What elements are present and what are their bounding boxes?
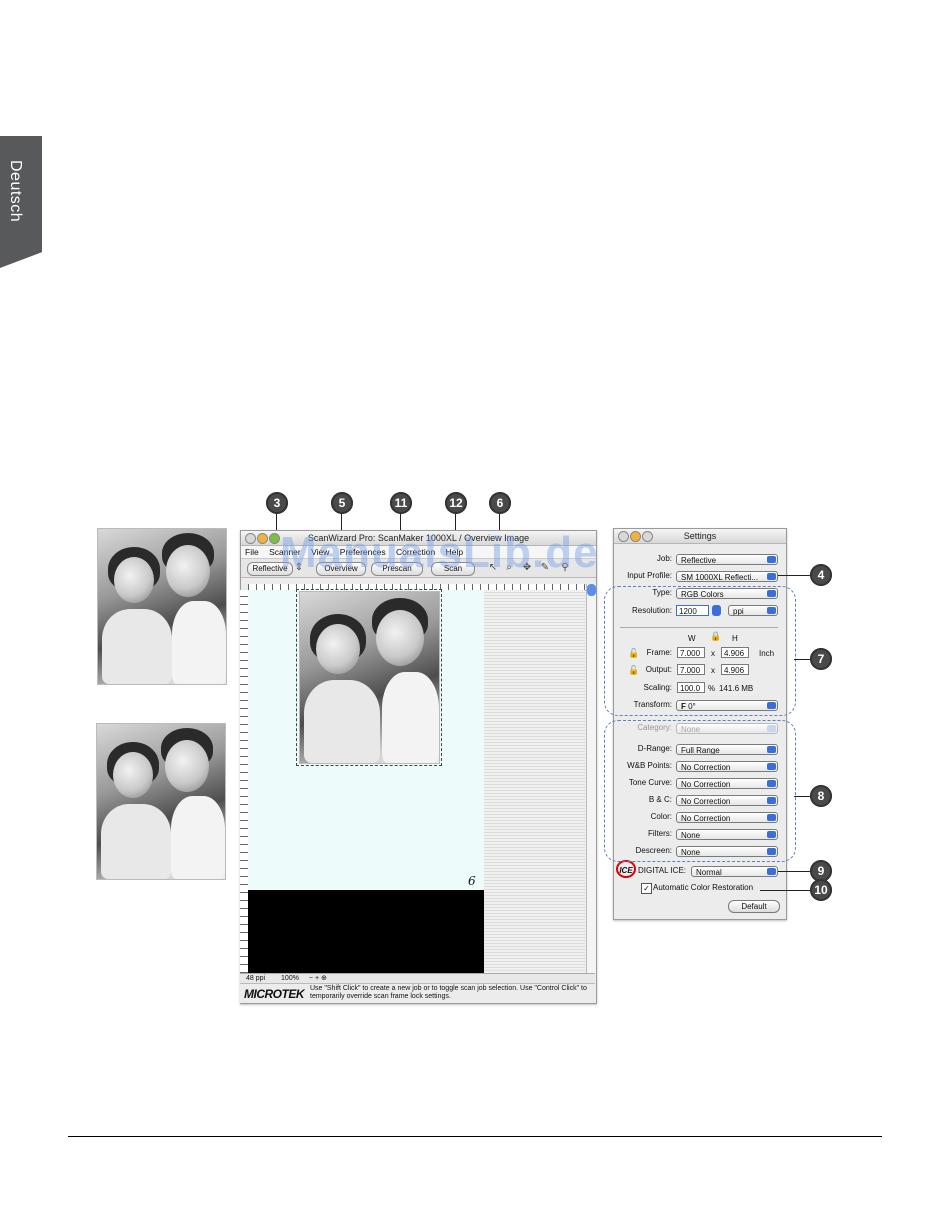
minimize-icon[interactable]: [630, 531, 641, 542]
leader-line: [778, 871, 810, 872]
photo-damaged: [97, 528, 227, 685]
language-tab-label: Deutsch: [7, 160, 24, 223]
footer-rule: [68, 1136, 882, 1137]
callout-5: 5: [331, 492, 353, 514]
auto-color-label: Automatic Color Restoration: [653, 883, 754, 892]
vertical-scrollbar[interactable]: [586, 584, 596, 973]
preview-outside-area: [484, 590, 585, 973]
digital-ice-label: DIGITAL ICE:: [638, 866, 687, 875]
hint-message: Use "Shift Click" to create a new job or…: [310, 985, 587, 1000]
message-bar: MICROTEK Use "Shift Click" to create a n…: [240, 983, 595, 1003]
job-value: Reflective: [681, 556, 717, 565]
input-profile-label: Input Profile:: [627, 571, 672, 580]
job-label: Job:: [656, 554, 672, 563]
callout-3: 3: [266, 492, 288, 514]
leader-line: [760, 890, 810, 891]
minimize-icon[interactable]: [257, 533, 268, 544]
input-profile-popup[interactable]: SM 1000XL Reflecti...: [676, 571, 778, 582]
callout-12: 12: [445, 492, 467, 514]
callout-4: 4: [810, 564, 832, 586]
watermark: ManualsLib.de: [280, 528, 599, 577]
close-icon[interactable]: [618, 531, 629, 542]
callout-11: 11: [390, 492, 412, 514]
digital-ice-logo: ICE: [616, 860, 636, 878]
handwritten-note: 6: [468, 874, 476, 888]
status-zoom: 100%: [281, 975, 299, 982]
input-profile-value: SM 1000XL Reflecti...: [681, 573, 759, 582]
digital-ice-value: Normal: [696, 868, 722, 877]
callout-7: 7: [810, 648, 832, 670]
digital-ice-popup[interactable]: Normal: [691, 866, 778, 877]
settings-title: Settings: [683, 531, 717, 541]
callout-6: 6: [489, 492, 511, 514]
group-box-7: [604, 586, 796, 716]
zoom-fit-icon[interactable]: ⊕: [321, 975, 327, 982]
callout-8: 8: [810, 785, 832, 807]
close-icon[interactable]: [245, 533, 256, 544]
language-tab: Deutsch: [0, 136, 42, 268]
microtek-logo: MICROTEK: [244, 987, 305, 1001]
zoom-in-icon[interactable]: +: [315, 975, 319, 982]
leader-line: [794, 659, 810, 660]
leader-line: [778, 575, 810, 576]
settings-titlebar: Settings: [614, 529, 786, 544]
menu-file[interactable]: File: [245, 547, 259, 557]
status-resolution: 48 ppi: [246, 975, 266, 982]
job-popup[interactable]: Reflective: [676, 554, 778, 565]
zoom-out-icon[interactable]: −: [309, 975, 313, 982]
group-box-8: [604, 720, 796, 862]
photo-restored: [96, 723, 226, 880]
preview-black-area: [248, 890, 484, 973]
zoom-icon[interactable]: [642, 531, 653, 542]
auto-color-checkbox[interactable]: ✓: [641, 883, 652, 894]
leader-line: [794, 796, 810, 797]
scan-frame-selection[interactable]: [296, 589, 442, 766]
scroll-thumb[interactable]: [587, 584, 596, 596]
default-button[interactable]: Default: [728, 900, 780, 913]
callout-10: 10: [810, 879, 832, 901]
zoom-icon[interactable]: [269, 533, 280, 544]
